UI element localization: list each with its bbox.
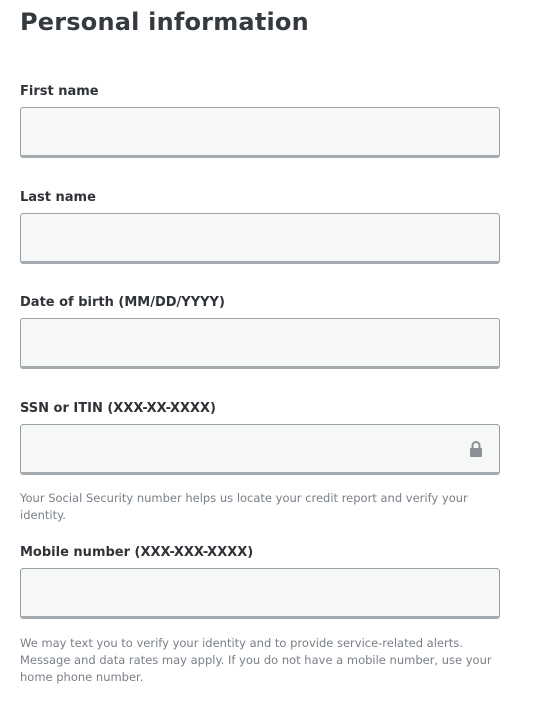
last-name-field: Last name bbox=[20, 189, 500, 264]
ssn-input[interactable] bbox=[21, 425, 499, 472]
mobile-help-text: We may text you to verify your identity … bbox=[20, 636, 492, 684]
mobile-number-label: Mobile number (XXX-XXX-XXXX) bbox=[20, 545, 254, 560]
mobile-number-field: Mobile number (XXX-XXX-XXXX) bbox=[20, 544, 500, 619]
last-name-label: Last name bbox=[20, 190, 96, 205]
date-of-birth-input[interactable] bbox=[21, 319, 499, 366]
ssn-input-box[interactable] bbox=[20, 424, 500, 475]
first-name-field: First name bbox=[20, 83, 500, 158]
last-name-input-box[interactable] bbox=[20, 213, 500, 264]
date-of-birth-label: Date of birth (MM/DD/YYYY) bbox=[20, 295, 225, 310]
first-name-input-box[interactable] bbox=[20, 107, 500, 158]
first-name-input[interactable] bbox=[21, 108, 499, 155]
ssn-label: SSN or ITIN (XXX-XX-XXXX) bbox=[20, 401, 217, 416]
date-of-birth-field: Date of birth (MM/DD/YYYY) bbox=[20, 294, 500, 369]
date-of-birth-input-box[interactable] bbox=[20, 318, 500, 369]
ssn-field: SSN or ITIN (XXX-XX-XXXX) bbox=[20, 400, 500, 475]
ssn-help-text: Your Social Security number helps us loc… bbox=[20, 491, 468, 522]
lock-icon bbox=[469, 441, 483, 457]
first-name-label: First name bbox=[20, 84, 99, 99]
page-title: Personal information bbox=[20, 8, 309, 36]
last-name-input[interactable] bbox=[21, 214, 499, 261]
mobile-number-input[interactable] bbox=[21, 569, 499, 616]
mobile-number-input-box[interactable] bbox=[20, 568, 500, 619]
